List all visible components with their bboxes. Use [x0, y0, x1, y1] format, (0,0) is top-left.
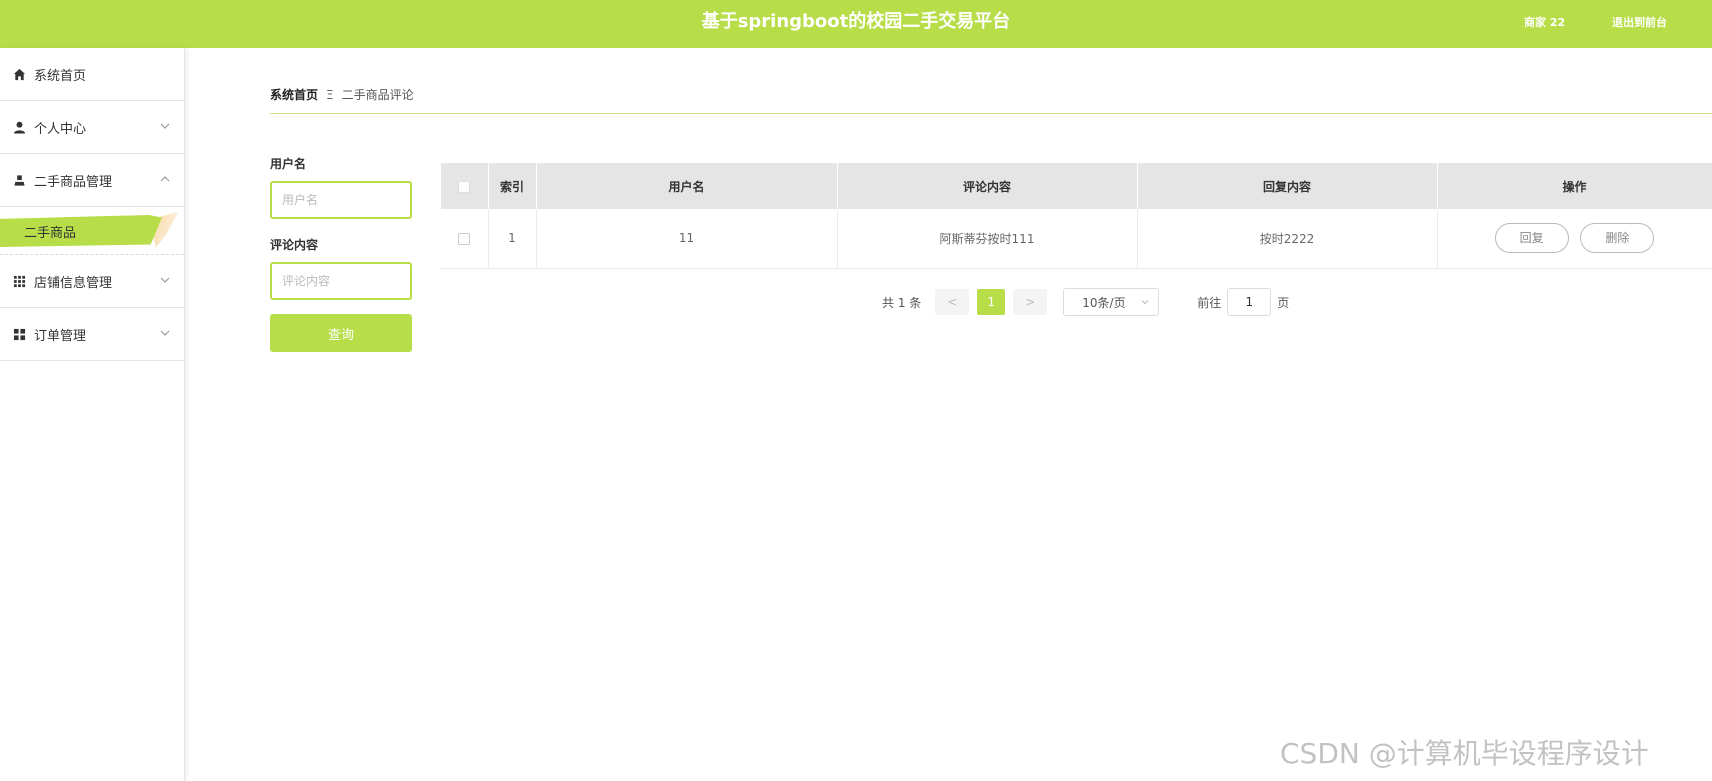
sidebar-item-label: 二手商品管理 — [34, 174, 113, 190]
logout-link[interactable]: 退出到前台 — [1612, 14, 1667, 30]
comments-table: 索引 用户名 评论内容 回复内容 操作 1 11 阿斯蒂芬按时111 按时222… — [441, 163, 1712, 269]
column-header-index: 索引 — [488, 163, 537, 209]
select-all-cell — [441, 163, 489, 209]
breadcrumb-home[interactable]: 系统首页 — [270, 86, 318, 103]
column-header-actions: 操作 — [1437, 163, 1712, 209]
goto-page-input[interactable]: 1 — [1227, 288, 1272, 316]
row-checkbox[interactable] — [458, 232, 471, 245]
page-size-select[interactable]: 10条/页 — [1063, 288, 1160, 316]
cell-username: 11 — [536, 209, 838, 268]
comment-label: 评论内容 — [270, 238, 319, 252]
chevron-down-icon — [160, 330, 170, 336]
page-size-value: 10条/页 — [1082, 295, 1126, 310]
column-header-comment: 评论内容 — [837, 163, 1138, 209]
breadcrumb-divider — [270, 113, 1712, 114]
username-input[interactable] — [270, 181, 412, 219]
sidebar-item-store-management[interactable]: 店铺信息管理 — [0, 255, 184, 308]
chevron-down-icon — [160, 123, 170, 129]
chevron-down-icon — [1141, 300, 1149, 305]
submenu-item-label: 二手商品 — [24, 225, 77, 241]
page-suffix-label: 页 — [1277, 295, 1290, 310]
next-page-button[interactable]: > — [1013, 289, 1048, 315]
page-number-current[interactable]: 1 — [977, 289, 1006, 315]
submenu-item-second-hand-goods[interactable]: 二手商品 — [0, 215, 162, 247]
grid-icon — [12, 274, 26, 288]
select-all-checkbox[interactable] — [458, 180, 471, 193]
top-bar: 基于springboot的校园二手交易平台 商家 22 退出到前台 — [0, 0, 1712, 48]
sidebar-item-home[interactable]: 系统首页 — [0, 48, 184, 101]
pagination-total: 共 1 条 — [882, 295, 922, 310]
row-select-cell — [441, 209, 489, 268]
current-user-label: 商家 22 — [1524, 16, 1566, 29]
column-header-reply: 回复内容 — [1137, 163, 1438, 209]
chevron-down-icon — [160, 277, 170, 283]
squares-icon — [12, 327, 26, 341]
home-icon — [12, 67, 26, 81]
reply-button[interactable]: 回复 — [1494, 223, 1569, 254]
sidebar-item-label: 系统首页 — [34, 68, 87, 84]
column-header-username: 用户名 — [536, 163, 838, 209]
prev-page-button[interactable]: < — [935, 289, 970, 315]
breadcrumb-separator: Ξ — [326, 87, 334, 102]
watermark: CSDN @计算机毕设程序设计 — [1280, 737, 1649, 770]
table-header-row: 索引 用户名 评论内容 回复内容 操作 — [441, 163, 1712, 209]
user-icon — [12, 120, 26, 134]
delete-button[interactable]: 删除 — [1580, 223, 1655, 254]
sidebar-item-personal-center[interactable]: 个人中心 — [0, 101, 184, 154]
search-button[interactable]: 查询 — [270, 314, 412, 352]
sidebar-item-label: 个人中心 — [34, 121, 87, 137]
cell-reply: 按时2222 — [1137, 209, 1438, 268]
submenu-goods: 二手商品 — [0, 207, 184, 255]
app-title: 基于springboot的校园二手交易平台 — [701, 11, 1011, 32]
table-row: 1 11 阿斯蒂芬按时111 按时2222 回复 删除 — [441, 209, 1712, 268]
username-label: 用户名 — [270, 157, 307, 171]
cell-comment: 阿斯蒂芬按时111 — [837, 209, 1138, 268]
sidebar-item-order-management[interactable]: 订单管理 — [0, 308, 184, 361]
breadcrumb: 系统首页 Ξ 二手商品评论 — [270, 86, 414, 103]
sidebar-item-goods-management[interactable]: 二手商品管理 — [0, 154, 184, 207]
sidebar-item-label: 店铺信息管理 — [34, 275, 113, 291]
comment-input[interactable] — [270, 262, 412, 300]
cell-index: 1 — [488, 209, 537, 268]
cell-actions: 回复 删除 — [1437, 209, 1712, 268]
pagination: 共 1 条 < 1 > 10条/页 前往 1 页 — [882, 288, 1290, 316]
sidebar: 系统首页 个人中心 二手商品管理 二手商品 店铺信息管理 订单管理 — [0, 48, 185, 781]
sidebar-item-label: 订单管理 — [34, 328, 87, 344]
chevron-up-icon — [160, 176, 170, 182]
user-small-icon — [12, 173, 26, 187]
breadcrumb-current: 二手商品评论 — [341, 88, 414, 102]
goto-label: 前往 — [1197, 295, 1222, 310]
